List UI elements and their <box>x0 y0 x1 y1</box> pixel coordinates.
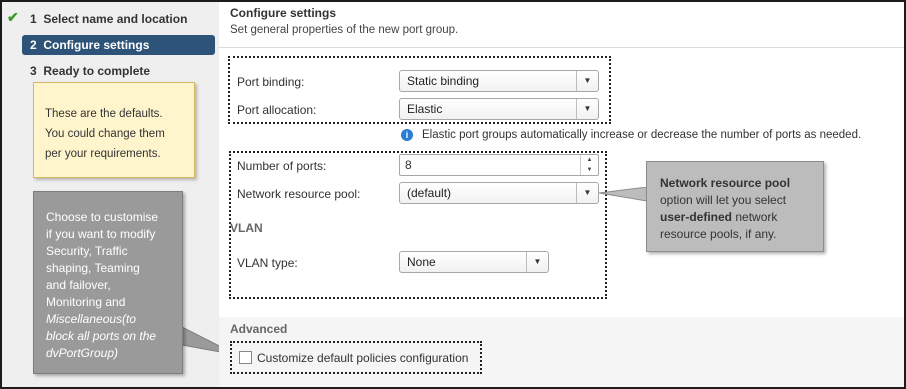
port-allocation-select[interactable]: Elastic ▼ <box>399 98 599 120</box>
resource-pool-value: (default) <box>407 186 452 200</box>
info-icon: i <box>401 129 413 141</box>
note-line: shaping, Teaming <box>46 261 140 275</box>
step-select-name[interactable]: 1 Select name and location <box>22 9 215 29</box>
callout-line: user-defined network <box>660 209 813 226</box>
callout-bold: user-defined <box>660 210 733 224</box>
port-allocation-value: Elastic <box>407 102 443 116</box>
note-line: per your requirements. <box>45 148 161 160</box>
vlan-type-label: VLAN type: <box>237 256 298 270</box>
note-line: Choose to customise <box>46 210 159 224</box>
note-line: Monitoring and <box>46 295 126 309</box>
note-line: if you want to modify <box>46 227 156 241</box>
chevron-down-icon[interactable]: ▼ <box>576 99 598 119</box>
callout-text: network <box>732 210 778 224</box>
note-line: block all ports on the <box>46 329 157 343</box>
callout-line: resource pools, if any. <box>660 227 777 241</box>
wizard-window: ✔ 1 Select name and location 2 Configure… <box>0 0 906 389</box>
note-line: Miscellaneous(to <box>46 312 137 326</box>
port-binding-label: Port binding: <box>237 75 305 89</box>
elastic-info-text: Elastic port groups automatically increa… <box>422 129 862 141</box>
wizard-nav: ✔ 1 Select name and location 2 Configure… <box>2 2 238 387</box>
stepper-up-icon[interactable]: ▲ <box>581 155 598 165</box>
note-line: Security, Traffic <box>46 244 128 258</box>
resource-pool-select[interactable]: (default) ▼ <box>399 182 599 204</box>
resource-pool-label: Network resource pool: <box>237 187 361 201</box>
stepper-buttons: ▲ ▼ <box>580 155 598 175</box>
chevron-down-icon[interactable]: ▼ <box>526 252 548 272</box>
vlan-section-title: VLAN <box>230 221 263 235</box>
chevron-down-icon[interactable]: ▼ <box>576 183 598 203</box>
callout-line: option will let you select <box>660 193 787 207</box>
step-label: Ready to complete <box>43 64 151 78</box>
step-label: Configure settings <box>43 38 150 52</box>
resource-pool-callout: Network resource pool option will let yo… <box>646 161 824 252</box>
defaults-note: These are the defaults. You could change… <box>33 82 195 178</box>
port-binding-value: Static binding <box>407 74 480 88</box>
num-ports-label: Number of ports: <box>237 159 327 173</box>
note-line: These are the defaults. <box>45 108 163 120</box>
num-ports-value: 8 <box>405 158 412 172</box>
step-configure-settings[interactable]: 2 Configure settings <box>22 35 215 55</box>
callout-bold: Network resource pool <box>660 176 791 190</box>
num-ports-stepper[interactable]: 8 ▲ ▼ <box>399 154 599 176</box>
advanced-section-title: Advanced <box>230 322 288 336</box>
stepper-down-icon[interactable]: ▼ <box>581 165 598 175</box>
note-line: You could change them <box>45 128 165 140</box>
divider <box>219 47 904 48</box>
vlan-type-select[interactable]: None ▼ <box>399 251 549 273</box>
page-subtitle: Set general properties of the new port g… <box>230 24 459 36</box>
pool-callout-connector <box>599 187 648 202</box>
callout-line: Network resource pool <box>660 175 813 192</box>
page-title: Configure settings <box>230 6 337 20</box>
step-number: 3 <box>30 64 37 78</box>
port-binding-select[interactable]: Static binding ▼ <box>399 70 599 92</box>
chevron-down-icon[interactable]: ▼ <box>576 71 598 91</box>
port-allocation-label: Port allocation: <box>237 103 317 117</box>
customize-checkbox[interactable] <box>239 351 252 364</box>
checkmark-icon: ✔ <box>7 9 19 25</box>
note-line: dvPortGroup) <box>46 346 119 360</box>
customize-checkbox-label[interactable]: Customize default policies configuration <box>257 351 468 365</box>
vlan-type-value: None <box>407 255 436 269</box>
step-label: Select name and location <box>43 12 188 26</box>
step-number: 1 <box>30 12 37 26</box>
step-number: 2 <box>30 38 37 52</box>
customize-note: Choose to customise if you want to modif… <box>33 191 183 374</box>
configure-panel: Configure settings Set general propertie… <box>219 2 904 387</box>
step-ready-to-complete[interactable]: 3 Ready to complete <box>22 61 215 81</box>
note-line: and failover, <box>46 278 111 292</box>
